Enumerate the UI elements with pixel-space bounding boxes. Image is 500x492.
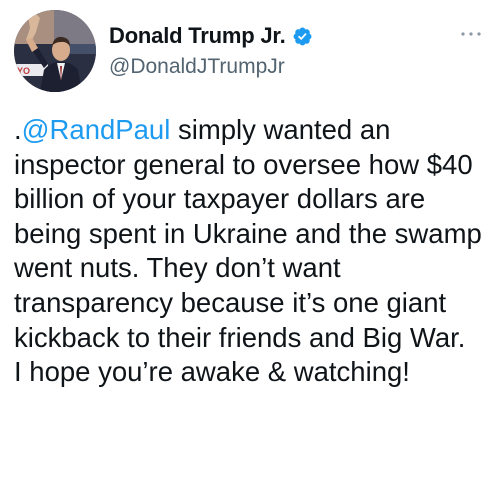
more-options-icon[interactable]	[460, 28, 482, 40]
profile-photo-icon: YO	[14, 10, 96, 92]
tweet-text-body: simply wanted an inspector general to ov…	[14, 114, 482, 388]
avatar-partial-text: YO	[17, 66, 30, 76]
author-name-row: Donald Trump Jr.	[109, 22, 313, 50]
mention-link[interactable]: @RandPaul	[22, 114, 171, 145]
tweet-card: YO Donald Trump Jr. @DonaldJTrumpJr .@Ra…	[0, 0, 500, 492]
tweet-text-prefix: .	[14, 114, 22, 145]
author-handle[interactable]: @DonaldJTrumpJr	[109, 55, 285, 79]
author-avatar[interactable]: YO	[14, 10, 96, 92]
author-display-name[interactable]: Donald Trump Jr.	[109, 23, 286, 49]
verified-badge-icon	[292, 26, 313, 47]
tweet-text: .@RandPaul simply wanted an inspector ge…	[14, 113, 490, 390]
